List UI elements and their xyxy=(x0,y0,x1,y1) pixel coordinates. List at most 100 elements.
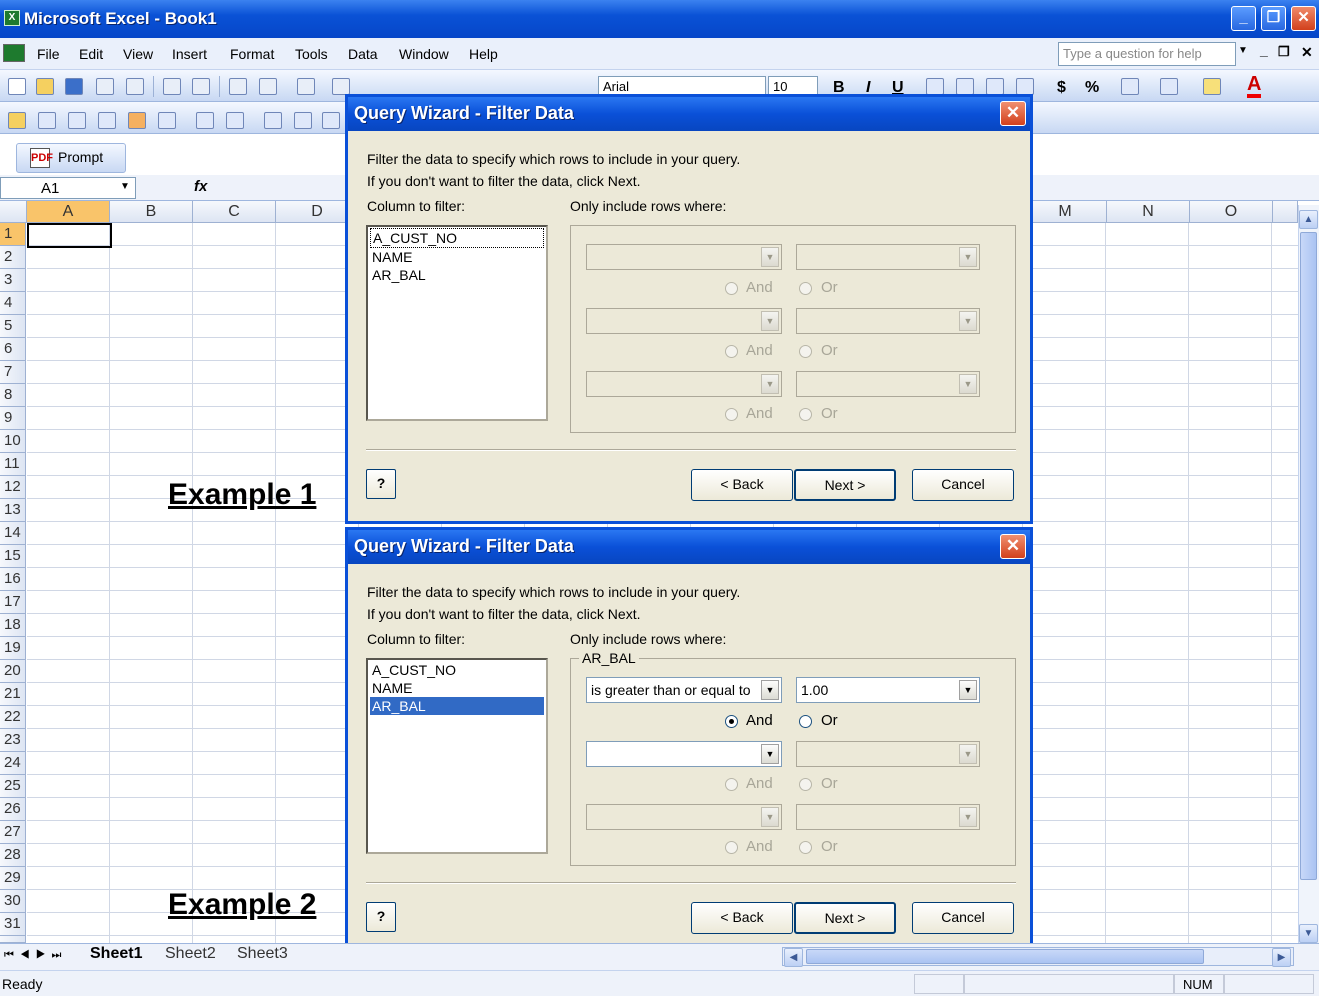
operator-combo[interactable]: ▼ xyxy=(586,741,782,767)
and-radio[interactable] xyxy=(725,715,738,728)
row-header[interactable]: 20 xyxy=(0,660,26,683)
scroll-down-button[interactable]: ▼ xyxy=(1299,924,1318,943)
print-icon[interactable] xyxy=(163,78,181,95)
menu-view[interactable]: View xyxy=(123,46,153,62)
cancel-button[interactable]: Cancel xyxy=(912,902,1014,934)
restore-button[interactable]: ❐ xyxy=(1261,6,1286,31)
menu-help[interactable]: Help xyxy=(469,46,498,62)
prompt-label[interactable]: Prompt xyxy=(58,149,103,165)
row-header[interactable]: 8 xyxy=(0,384,26,407)
column-header[interactable] xyxy=(1273,201,1298,223)
horizontal-scroll-thumb[interactable] xyxy=(806,949,1204,964)
scroll-right-button[interactable]: ▶ xyxy=(1272,948,1291,967)
close-window-button[interactable]: ✕ xyxy=(1291,6,1316,31)
minimize-button[interactable]: _ xyxy=(1231,6,1256,31)
toolbar-icon[interactable] xyxy=(196,112,214,129)
row-header[interactable]: 13 xyxy=(0,499,26,522)
menu-edit[interactable]: Edit xyxy=(79,46,103,62)
tab-sheet3[interactable]: Sheet3 xyxy=(237,945,288,963)
active-cell[interactable] xyxy=(27,223,112,248)
next-button[interactable]: Next > xyxy=(794,902,896,934)
row-header[interactable]: 18 xyxy=(0,614,26,637)
tab-scroll-buttons[interactable]: ⏮◀▶⏭ xyxy=(4,949,67,962)
toolbar-icon[interactable] xyxy=(322,112,340,129)
toolbar-icon[interactable] xyxy=(226,112,244,129)
row-header[interactable]: 19 xyxy=(0,637,26,660)
row-header[interactable]: 10 xyxy=(0,430,26,453)
workbook-restore-button[interactable]: ❐ xyxy=(1278,44,1290,60)
help-button[interactable]: ? xyxy=(366,902,396,932)
row-header[interactable] xyxy=(0,936,26,943)
row-header[interactable]: 6 xyxy=(0,338,26,361)
fill-color-icon[interactable] xyxy=(1203,78,1221,95)
percent-button[interactable]: % xyxy=(1085,79,1099,97)
merge-center-icon[interactable] xyxy=(1016,78,1034,95)
borders-icon[interactable] xyxy=(1160,78,1178,95)
back-button[interactable]: < Back xyxy=(691,469,793,501)
next-button[interactable]: Next > xyxy=(794,469,896,501)
row-header[interactable]: 9 xyxy=(0,407,26,430)
help-button[interactable]: ? xyxy=(366,469,396,499)
column-listbox[interactable]: A_CUST_NO NAME AR_BAL xyxy=(366,225,548,421)
list-item[interactable]: NAME xyxy=(370,248,544,266)
row-header[interactable]: 26 xyxy=(0,798,26,821)
list-item[interactable]: A_CUST_NO xyxy=(370,661,544,679)
menu-window[interactable]: Window xyxy=(399,46,449,62)
list-item[interactable]: AR_BAL xyxy=(370,266,544,284)
column-header[interactable]: A xyxy=(27,201,110,223)
row-header[interactable]: 31 xyxy=(0,913,26,936)
pdf-icon[interactable]: PDF xyxy=(30,148,53,168)
email-icon[interactable] xyxy=(126,78,144,95)
align-left-icon[interactable] xyxy=(926,78,944,95)
column-listbox[interactable]: A_CUST_NO NAME AR_BAL xyxy=(366,658,548,854)
name-box-dropdown-icon[interactable]: ▼ xyxy=(120,181,130,192)
operator-combo[interactable]: is greater than or equal to ▼ xyxy=(586,677,782,703)
name-box[interactable]: A1 xyxy=(0,177,136,199)
align-center-icon[interactable] xyxy=(956,78,974,95)
permission-icon[interactable] xyxy=(96,78,114,95)
spelling-icon[interactable] xyxy=(229,78,247,95)
row-header[interactable]: 12 xyxy=(0,476,26,499)
research-icon[interactable] xyxy=(259,78,277,95)
scroll-left-button[interactable]: ◀ xyxy=(784,948,803,967)
row-header[interactable]: 29 xyxy=(0,867,26,890)
menu-tools[interactable]: Tools xyxy=(295,46,328,62)
workbook-close-button[interactable]: ✕ xyxy=(1301,44,1313,61)
list-item-selected[interactable]: AR_BAL xyxy=(370,697,544,715)
cancel-button[interactable]: Cancel xyxy=(912,469,1014,501)
toolbar-icon[interactable] xyxy=(158,112,176,129)
row-header[interactable]: 30 xyxy=(0,890,26,913)
column-header[interactable]: M xyxy=(1024,201,1107,223)
row-header[interactable]: 5 xyxy=(0,315,26,338)
value-combo[interactable]: 1.00 ▼ xyxy=(796,677,980,703)
scroll-up-button[interactable]: ▲ xyxy=(1299,210,1318,229)
column-header[interactable]: N xyxy=(1107,201,1190,223)
dialog-close-button[interactable]: ✕ xyxy=(1000,101,1026,126)
align-right-icon[interactable] xyxy=(986,78,1004,95)
list-item[interactable]: NAME xyxy=(370,679,544,697)
select-all-corner[interactable] xyxy=(0,201,27,223)
toolbar-icon[interactable] xyxy=(68,112,86,129)
help-question-input[interactable]: Type a question for help xyxy=(1058,42,1236,66)
row-header[interactable]: 14 xyxy=(0,522,26,545)
insert-function-button[interactable]: fx xyxy=(194,178,207,195)
print-preview-icon[interactable] xyxy=(192,78,210,95)
row-header[interactable]: 23 xyxy=(0,729,26,752)
copy-icon[interactable] xyxy=(297,78,315,95)
back-button[interactable]: < Back xyxy=(691,902,793,934)
vertical-scroll-thumb[interactable] xyxy=(1300,232,1317,880)
workbook-icon[interactable] xyxy=(3,44,25,62)
row-header[interactable]: 11 xyxy=(0,453,26,476)
row-header[interactable]: 17 xyxy=(0,591,26,614)
row-header[interactable]: 1 xyxy=(0,223,26,246)
toolbar-icon[interactable] xyxy=(38,112,56,129)
font-color-icon[interactable]: A xyxy=(1247,74,1262,98)
increase-indent-icon[interactable] xyxy=(1121,78,1139,95)
tab-sheet2[interactable]: Sheet2 xyxy=(165,945,216,963)
toolbar-icon[interactable] xyxy=(264,112,282,129)
row-header[interactable]: 28 xyxy=(0,844,26,867)
toolbar-icon[interactable] xyxy=(294,112,312,129)
save-icon[interactable] xyxy=(65,78,83,95)
column-header[interactable]: C xyxy=(193,201,276,223)
row-header[interactable]: 7 xyxy=(0,361,26,384)
